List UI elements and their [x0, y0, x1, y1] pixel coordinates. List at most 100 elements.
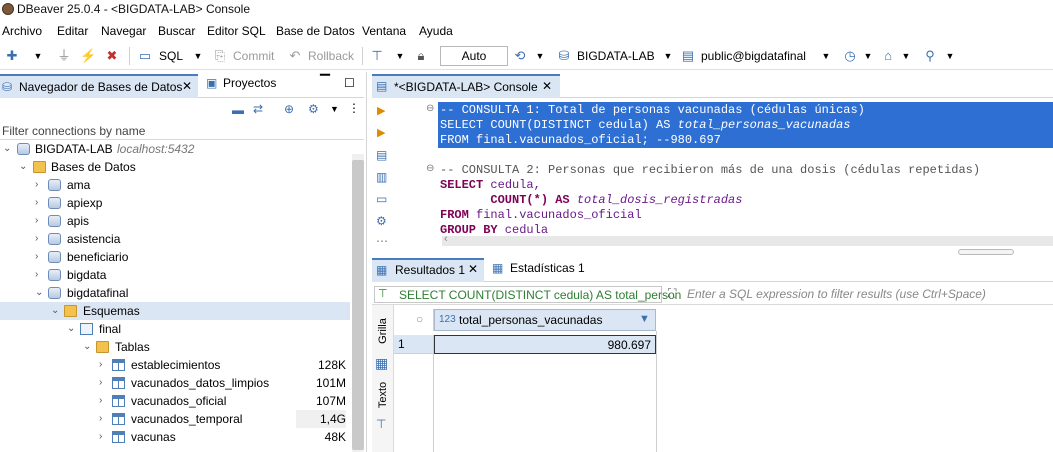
menu-ventana[interactable]: Ventana — [362, 24, 406, 38]
chevron-down-icon[interactable]: ▼ — [660, 48, 676, 64]
menu-base-de-datos[interactable]: Base de Datos — [276, 24, 355, 38]
tree-node-schema[interactable]: ⌄ final — [0, 320, 350, 338]
more-options-icon[interactable]: ⋮ — [348, 101, 360, 115]
tree-node-schemas-folder[interactable]: ⌄ Esquemas — [0, 302, 350, 320]
sql-editor-icon[interactable]: ▭ — [137, 48, 153, 64]
filter-expand-icon[interactable]: ⛶ — [668, 286, 676, 301]
execute-new-tab-icon[interactable]: ▶ — [377, 126, 385, 139]
disconnect-all-icon[interactable]: ✖ — [104, 48, 120, 64]
chevron-down-icon[interactable]: ▼ — [860, 48, 876, 64]
chevron-down-icon[interactable]: ▼ — [818, 48, 834, 64]
execute-script-icon[interactable]: ▤ — [376, 148, 387, 162]
sql-button[interactable]: SQL — [159, 49, 183, 63]
tree-node-table[interactable]: › vacunados_datos_limpios 101M — [0, 374, 350, 392]
code-line-3[interactable]: FROM final.vacunados_oficial; --980.697 — [440, 133, 721, 148]
grid-view-tab[interactable]: Grilla — [374, 311, 392, 355]
chevron-down-icon[interactable]: ▼ — [898, 48, 914, 64]
tree-node-database[interactable]: › apiexp — [0, 194, 350, 212]
disconnect-icon[interactable]: ⏚ — [56, 48, 72, 64]
code-line-2[interactable]: SELECT COUNT(DISTINCT cedula) AS total_p… — [440, 118, 851, 133]
tree-node-database[interactable]: ⌄ bigdatafinal — [0, 284, 350, 302]
tools-icon[interactable]: ⌂ — [880, 48, 896, 64]
chevron-right-icon[interactable]: › — [99, 374, 109, 392]
chevron-down-icon[interactable]: ▼ — [190, 48, 206, 64]
chevron-right-icon[interactable]: › — [99, 356, 109, 374]
active-connection-selector[interactable]: BIGDATA-LAB — [577, 49, 655, 63]
output-icon[interactable]: ▭ — [376, 192, 387, 206]
search-icon[interactable]: ⚲ — [922, 48, 938, 64]
more-icon[interactable]: ⋯ — [376, 234, 388, 248]
panel-resize-handle[interactable] — [958, 249, 1014, 255]
panel-divider[interactable] — [366, 72, 367, 452]
tab-statistics[interactable]: ▦ Estadísticas 1 — [492, 260, 602, 280]
tree-node-connection[interactable]: ⌄ BIGDATA-LAB localhost:5432 — [0, 140, 350, 158]
close-icon[interactable]: ✕ — [542, 79, 552, 93]
tree-node-database[interactable]: › ama — [0, 176, 350, 194]
dashboard-icon[interactable]: ◷ — [842, 48, 858, 64]
collapse-all-icon[interactable]: ▬ — [232, 103, 244, 117]
chevron-right-icon[interactable]: › — [99, 428, 109, 446]
chevron-down-icon[interactable]: ▼ — [30, 48, 46, 64]
code-line-9[interactable]: GROUP BY cedula — [440, 223, 548, 235]
link-editor-icon[interactable]: ⇄ — [253, 102, 263, 116]
chevron-right-icon[interactable]: › — [99, 392, 109, 410]
menu-archivo[interactable]: Archivo — [2, 24, 42, 38]
results-filter-input[interactable]: Enter a SQL expression to filter results… — [687, 287, 986, 301]
query-text-box[interactable]: ⊤ SELECT COUNT(DISTINCT cedula) AS total… — [374, 286, 681, 303]
chevron-right-icon[interactable]: › — [35, 248, 45, 266]
new-connection-icon[interactable]: ✚ — [4, 48, 20, 64]
row-selector-icon[interactable]: ○ — [416, 312, 423, 326]
tree-node-database[interactable]: › bigdata — [0, 266, 350, 284]
code-line-6[interactable]: SELECT cedula, — [440, 178, 541, 193]
chevron-right-icon[interactable]: › — [99, 410, 109, 428]
text-view-tab[interactable]: Texto — [374, 377, 392, 417]
tree-node-table[interactable]: › vacunados_oficial 107M — [0, 392, 350, 410]
chevron-down-icon[interactable]: ⌄ — [19, 158, 29, 176]
table-cell[interactable]: 980.697 — [434, 335, 656, 354]
tree-node-database[interactable]: › beneficiario — [0, 248, 350, 266]
chevron-down-icon[interactable]: ⌄ — [35, 284, 45, 302]
chevron-left-icon[interactable]: ‹ — [444, 233, 448, 245]
history-icon[interactable]: ⟲ — [512, 48, 528, 64]
grid-icon[interactable]: ▦ — [375, 355, 388, 372]
commit-mode-field[interactable]: Auto — [440, 46, 508, 66]
code-line-7[interactable]: COUNT(*) AS total_dosis_registradas — [440, 193, 742, 208]
transaction-mode-icon[interactable]: ⊤ — [369, 48, 385, 64]
menu-editor-sql[interactable]: Editor SQL — [207, 24, 266, 38]
tree-node-database[interactable]: › asistencia — [0, 230, 350, 248]
chevron-down-icon[interactable]: ⌄ — [3, 140, 13, 158]
execute-statement-icon[interactable]: ▶ — [377, 104, 385, 117]
close-icon[interactable]: ✕ — [182, 79, 192, 93]
tree-node-databases-folder[interactable]: ⌄ Bases de Datos — [0, 158, 350, 176]
lock-icon[interactable]: 🔒︎ — [413, 48, 429, 64]
chevron-right-icon[interactable]: › — [35, 176, 45, 194]
rollback-button[interactable]: Rollback — [308, 49, 354, 63]
new-folder-icon[interactable]: ⊕ — [284, 102, 294, 116]
commit-button[interactable]: Commit — [233, 49, 274, 63]
chevron-right-icon[interactable]: › — [35, 194, 45, 212]
text-icon[interactable]: ⊤ — [376, 417, 386, 431]
code-line-5[interactable]: -- CONSULTA 2: Personas que recibieron m… — [440, 163, 980, 178]
chevron-down-icon[interactable]: ▼ — [330, 104, 339, 114]
chevron-right-icon[interactable]: › — [35, 212, 45, 230]
chevron-down-icon[interactable]: ▼ — [942, 48, 958, 64]
tree-node-tables-folder[interactable]: ⌄ Tablas — [0, 338, 350, 356]
code-line-1[interactable]: -- CONSULTA 1: Total de personas vacunad… — [440, 103, 865, 118]
menu-ayuda[interactable]: Ayuda — [419, 24, 453, 38]
maximize-icon[interactable]: ☐ — [344, 76, 355, 90]
row-number[interactable]: 1 — [394, 335, 434, 354]
editor-horizontal-scrollbar[interactable]: ‹ — [442, 233, 1053, 246]
menu-navegar[interactable]: Navegar — [101, 24, 146, 38]
chevron-down-icon[interactable]: ⌄ — [83, 338, 93, 356]
fold-icon[interactable]: ⊖ — [426, 163, 434, 174]
chevron-down-icon[interactable]: ⌄ — [67, 320, 77, 338]
tab-projects[interactable]: ▣ Proyectos — [204, 76, 334, 96]
tree-node-table[interactable]: › vacunados_temporal 1,4G — [0, 410, 350, 428]
minimize-icon[interactable]: ▔ — [320, 74, 330, 90]
tab-console[interactable]: ▤ *<BIGDATA-LAB> Console ✕ — [372, 74, 560, 98]
active-schema-selector[interactable]: public@bigdatafinal — [701, 49, 806, 63]
tree-node-database[interactable]: › apis — [0, 212, 350, 230]
close-icon[interactable]: ✕ — [468, 262, 478, 276]
chevron-down-icon[interactable]: ⌄ — [51, 302, 61, 320]
chevron-right-icon[interactable]: › — [35, 230, 45, 248]
